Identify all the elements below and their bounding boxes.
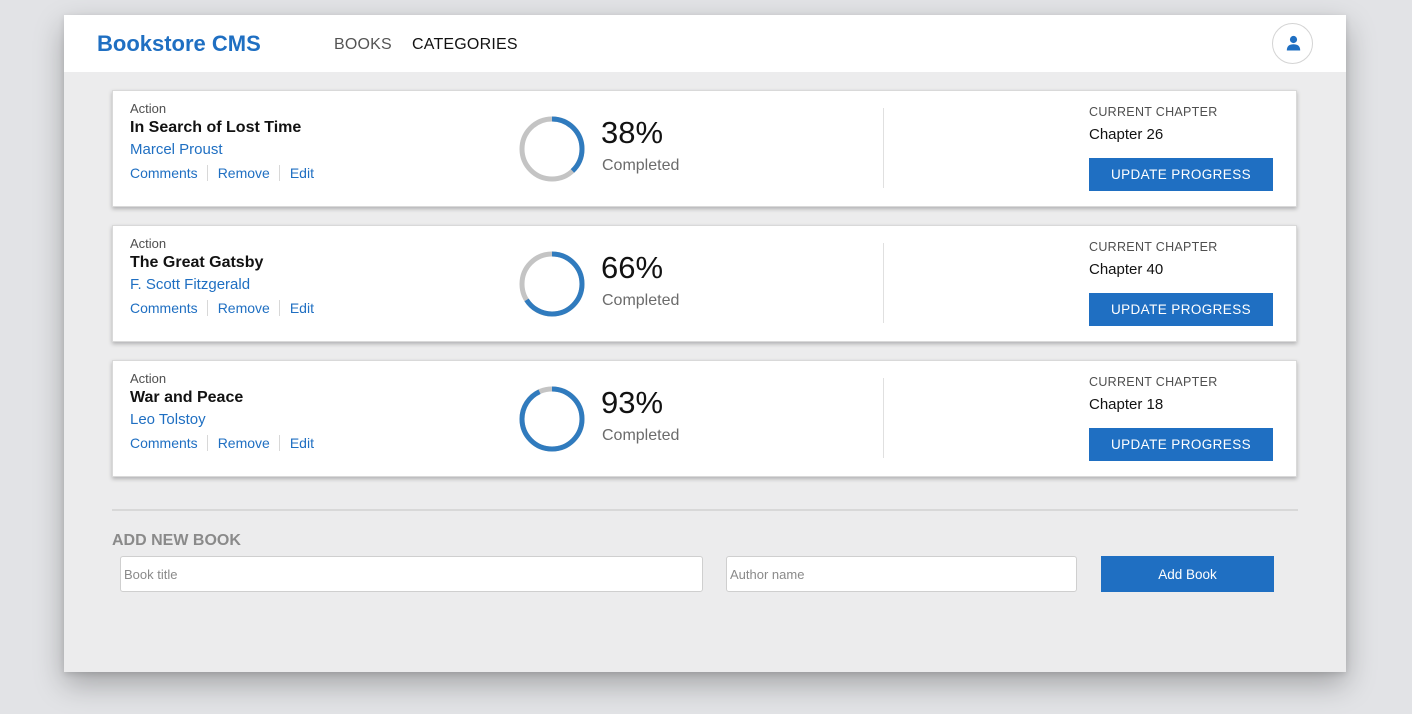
edit-button[interactable]: Edit xyxy=(290,165,314,181)
book-title-input[interactable] xyxy=(120,556,703,592)
completed-label: Completed xyxy=(602,157,680,174)
section-divider xyxy=(112,509,1298,511)
action-divider xyxy=(206,300,208,316)
comments-button[interactable]: Comments xyxy=(130,435,198,451)
progress-ring xyxy=(519,386,585,452)
remove-button[interactable]: Remove xyxy=(218,300,270,316)
current-chapter-label: CURRENT CHAPTER xyxy=(1089,375,1218,389)
book-author[interactable]: Marcel Proust xyxy=(130,141,223,158)
edit-button[interactable]: Edit xyxy=(290,300,314,316)
book-card: Action The Great Gatsby F. Scott Fitzger… xyxy=(112,225,1297,342)
action-divider xyxy=(206,435,208,451)
book-title: War and Peace xyxy=(130,389,244,406)
user-icon xyxy=(1286,35,1301,51)
comments-button[interactable]: Comments xyxy=(130,300,198,316)
book-author[interactable]: Leo Tolstoy xyxy=(130,411,206,428)
current-chapter-value: Chapter 18 xyxy=(1089,396,1164,413)
update-progress-button[interactable]: UPDATE PROGRESS xyxy=(1089,158,1273,191)
progress-percent: 66% xyxy=(601,250,664,285)
book-title: In Search of Lost Time xyxy=(130,119,302,136)
update-progress-button[interactable]: UPDATE PROGRESS xyxy=(1089,293,1273,326)
update-progress-button[interactable]: UPDATE PROGRESS xyxy=(1089,428,1273,461)
current-chapter-value: Chapter 26 xyxy=(1089,126,1164,143)
brand-logo[interactable]: Bookstore CMS xyxy=(97,31,261,57)
book-genre: Action xyxy=(130,236,167,251)
card-divider xyxy=(883,243,884,323)
progress-ring xyxy=(519,251,585,317)
remove-button[interactable]: Remove xyxy=(218,165,270,181)
book-genre: Action xyxy=(130,101,167,116)
progress-percent: 93% xyxy=(601,385,664,420)
nav-categories-link[interactable]: CATEGORIES xyxy=(412,36,518,54)
remove-button[interactable]: Remove xyxy=(218,435,270,451)
book-actions: Comments Remove Edit xyxy=(130,165,314,181)
current-chapter-label: CURRENT CHAPTER xyxy=(1089,105,1218,119)
action-divider xyxy=(206,165,208,181)
progress-percent: 38% xyxy=(601,115,664,150)
action-divider xyxy=(278,300,280,316)
nav-books-link[interactable]: BOOKS xyxy=(334,36,392,54)
book-author[interactable]: F. Scott Fitzgerald xyxy=(130,276,250,293)
add-book-button[interactable]: Add Book xyxy=(1101,556,1274,592)
add-book-heading: ADD NEW BOOK xyxy=(112,532,241,549)
current-chapter-label: CURRENT CHAPTER xyxy=(1089,240,1218,254)
app-window: Bookstore CMS BOOKS CATEGORIES Action In… xyxy=(64,15,1346,672)
book-title: The Great Gatsby xyxy=(130,254,264,271)
book-actions: Comments Remove Edit xyxy=(130,300,314,316)
edit-button[interactable]: Edit xyxy=(290,435,314,451)
book-genre: Action xyxy=(130,371,167,386)
completed-label: Completed xyxy=(602,292,680,309)
completed-label: Completed xyxy=(602,427,680,444)
action-divider xyxy=(278,165,280,181)
comments-button[interactable]: Comments xyxy=(130,165,198,181)
user-avatar-button[interactable] xyxy=(1272,23,1313,64)
current-chapter-value: Chapter 40 xyxy=(1089,261,1164,278)
card-divider xyxy=(883,378,884,458)
progress-ring xyxy=(519,116,585,182)
author-name-input[interactable] xyxy=(726,556,1077,592)
book-actions: Comments Remove Edit xyxy=(130,435,314,451)
action-divider xyxy=(278,435,280,451)
navbar: Bookstore CMS BOOKS CATEGORIES xyxy=(64,15,1346,72)
book-card: Action War and Peace Leo Tolstoy Comment… xyxy=(112,360,1297,477)
book-card: Action In Search of Lost Time Marcel Pro… xyxy=(112,90,1297,207)
card-divider xyxy=(883,108,884,188)
